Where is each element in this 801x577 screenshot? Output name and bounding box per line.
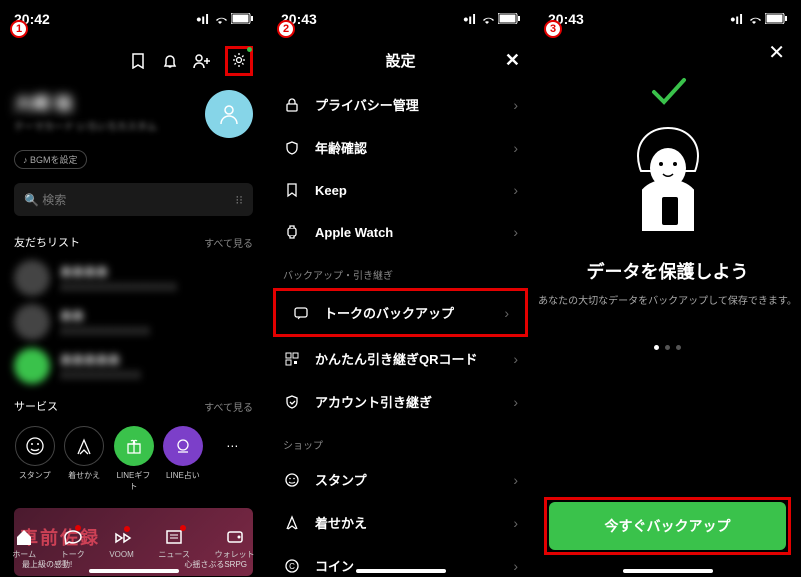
bookmark-icon[interactable] <box>129 52 147 70</box>
setting-privacy[interactable]: プライバシー管理 › <box>267 83 534 126</box>
section-backup-label: バックアップ・引き継ぎ <box>267 253 534 288</box>
qr-icon[interactable]: ⁝⁝ <box>235 193 243 207</box>
nav-wallet[interactable]: ウォレット <box>215 527 255 560</box>
chevron-right-icon: › <box>513 351 518 367</box>
nav-home[interactable]: ホーム <box>12 527 36 560</box>
chevron-right-icon: › <box>513 558 518 574</box>
wifi-icon <box>480 11 494 27</box>
service-theme[interactable]: 着せかえ <box>63 426 104 492</box>
chevron-right-icon: › <box>513 140 518 156</box>
home-indicator <box>623 569 713 573</box>
settings-button-highlight <box>225 46 253 76</box>
setting-stamp[interactable]: スタンプ › <box>267 458 534 501</box>
transfer-icon <box>283 393 301 411</box>
gear-icon[interactable] <box>230 51 248 69</box>
status-bar: 20:43 •ıl <box>534 0 801 38</box>
search-placeholder: 🔍 検索 <box>24 191 66 208</box>
chevron-right-icon: › <box>504 305 509 321</box>
protect-subtitle: あなたの大切なデータをバックアップして保存できます。 <box>538 294 797 309</box>
bgm-button[interactable]: ♪ BGMを設定 <box>14 150 87 169</box>
nav-news[interactable]: ニュース <box>158 527 190 560</box>
chevron-right-icon: › <box>513 394 518 410</box>
nav-voom[interactable]: VOOM <box>109 528 133 559</box>
home-indicator <box>89 569 179 573</box>
setting-talk-backup[interactable]: トークのバックアップ › <box>276 291 525 334</box>
friend-item[interactable]: ああああああああああああああ <box>0 344 267 388</box>
service-gift[interactable]: LINEギフト <box>113 426 154 492</box>
wifi-icon <box>747 11 761 27</box>
chevron-right-icon: › <box>513 182 518 198</box>
service-more[interactable]: ⋯ <box>212 426 253 492</box>
chevron-right-icon: › <box>513 515 518 531</box>
friend-avatar <box>14 348 50 384</box>
battery-icon <box>231 11 253 27</box>
coin-icon: C <box>283 557 301 575</box>
setting-age[interactable]: 年齢確認 › <box>267 126 534 169</box>
see-all-friends[interactable]: すべて見る <box>204 235 253 250</box>
step-number: 2 <box>277 20 295 38</box>
qr-icon <box>283 350 301 368</box>
step-number: 1 <box>10 20 28 38</box>
section-shop-label: ショップ <box>267 423 534 458</box>
checkmark-icon <box>646 68 690 112</box>
person-illustration <box>613 118 723 238</box>
search-input[interactable]: 🔍 検索 ⁝⁝ <box>14 183 253 216</box>
smile-icon <box>283 471 301 489</box>
watch-icon <box>283 223 301 241</box>
chat-icon <box>292 304 310 322</box>
settings-title: 設定 ✕ <box>267 38 534 83</box>
brush-icon <box>283 514 301 532</box>
setting-theme[interactable]: 着せかえ › <box>267 501 534 544</box>
signal-icon: •ıl <box>196 11 209 27</box>
svg-text:C: C <box>289 562 295 571</box>
battery-icon <box>498 11 520 27</box>
chevron-right-icon: › <box>513 224 518 240</box>
setting-qr-transfer[interactable]: かんたん引き継ぎQRコード › <box>267 337 534 380</box>
setting-account-transfer[interactable]: アカウント引き継ぎ › <box>267 380 534 423</box>
backup-now-button[interactable]: 今すぐバックアップ <box>549 502 786 550</box>
lock-icon <box>283 96 301 114</box>
step-number: 3 <box>544 20 562 38</box>
signal-icon: •ıl <box>730 11 743 27</box>
friend-item[interactable]: ああああああああああああ <box>0 300 267 344</box>
see-all-services[interactable]: すべて見る <box>204 399 253 414</box>
page-dots <box>654 345 681 350</box>
home-indicator <box>356 569 446 573</box>
friend-item[interactable]: あああああああああああああああああ <box>0 256 267 300</box>
top-toolbar <box>0 38 267 84</box>
battery-icon <box>765 11 787 27</box>
setting-applewatch[interactable]: Apple Watch › <box>267 211 534 253</box>
backup-highlight: トークのバックアップ › <box>273 288 528 337</box>
profile-section: 大崎 稔 テーマカード いろいろカスタム <box>0 84 267 144</box>
protect-title: データを保護しよう <box>587 258 749 284</box>
add-friend-icon[interactable] <box>193 52 211 70</box>
service-row: スタンプ 着せかえ LINEギフト LINE占い ⋯ <box>0 420 267 498</box>
wifi-icon <box>213 11 227 27</box>
friend-avatar <box>14 304 50 340</box>
friend-avatar <box>14 260 50 296</box>
chevron-right-icon: › <box>513 97 518 113</box>
screen-home: 20:42 •ıl 1 大崎 稔 テーマカード いろいろカスタム ♪ BGMを設… <box>0 0 267 577</box>
bell-icon[interactable] <box>161 52 179 70</box>
bookmark-icon <box>283 181 301 199</box>
nav-talk[interactable]: トーク <box>61 527 85 560</box>
screen-backup-prompt: 20:43 •ıl 3 ✕ データを保護しよう あなたの大切なデータをバックアッ… <box>534 0 801 577</box>
screen-settings: 20:43 •ıl 2 設定 ✕ プライバシー管理 › 年齢確認 › Keep … <box>267 0 534 577</box>
friends-header: 友だちリスト すべて見る <box>0 224 267 256</box>
close-icon[interactable]: ✕ <box>505 50 520 71</box>
shield-icon <box>283 139 301 157</box>
signal-icon: •ıl <box>463 11 476 27</box>
profile-sub: テーマカード いろいろカスタム <box>14 118 157 133</box>
status-bar: 20:43 •ıl <box>267 0 534 38</box>
service-stamp[interactable]: スタンプ <box>14 426 55 492</box>
setting-keep[interactable]: Keep › <box>267 169 534 211</box>
chevron-right-icon: › <box>513 472 518 488</box>
profile-name: 大崎 稔 <box>14 90 157 116</box>
service-fortune[interactable]: LINE占い <box>162 426 203 492</box>
close-icon[interactable]: ✕ <box>768 40 785 65</box>
service-header: サービス すべて見る <box>0 388 267 420</box>
status-bar: 20:42 •ıl <box>0 0 267 38</box>
avatar[interactable] <box>205 90 253 138</box>
backup-button-highlight: 今すぐバックアップ <box>544 497 791 555</box>
